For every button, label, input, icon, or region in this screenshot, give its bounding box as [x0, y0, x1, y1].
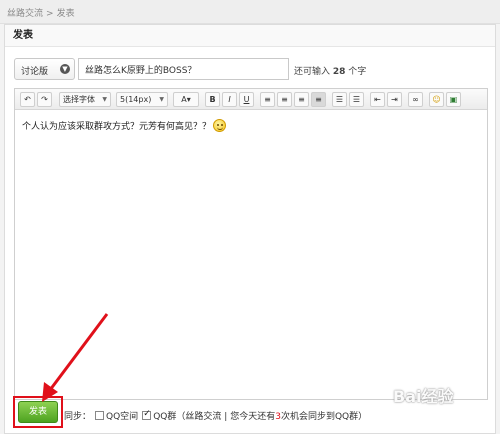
qq-group-label: QQ群 — [153, 412, 177, 422]
sync-note-group: 丝路交流 — [185, 412, 222, 422]
sync-note-pre: 您今天还有 — [230, 412, 276, 422]
font-size-select[interactable]: 5(14px) ▼ — [116, 92, 168, 107]
char-count: 还可输入 28 个字 — [294, 64, 366, 77]
link-icon[interactable]: ∞ — [408, 92, 423, 107]
align-right-icon[interactable]: ≡ — [294, 92, 309, 107]
ordered-list-icon[interactable]: ☰ — [332, 92, 347, 107]
post-body-text: 个人认为应该采取群攻方式？元芳有何高见？？ — [22, 122, 212, 132]
font-size-value: 5(14px) — [120, 95, 152, 104]
align-left-icon[interactable]: ≡ — [260, 92, 275, 107]
forum-select[interactable]: 讨论版 ▼ — [14, 58, 75, 80]
unordered-list-icon[interactable]: ☰ — [349, 92, 364, 107]
italic-button[interactable]: I — [222, 92, 237, 107]
chevron-down-icon: ▼ — [60, 64, 70, 74]
rich-text-editor: ↶ ↷ 选择字体 ▼ 5(14px) ▼ A▾ B I U ≡ ≡ ≡ ≡ ☰ ☰ … — [14, 88, 488, 400]
sync-note-post: 次机会同步到QQ群 — [280, 412, 359, 422]
publish-button[interactable]: 发表 — [18, 401, 58, 423]
breadcrumb-separator: > — [46, 9, 54, 19]
chevron-down-icon: ▼ — [102, 96, 107, 103]
font-family-select[interactable]: 选择字体 ▼ — [59, 92, 111, 107]
align-center-icon[interactable]: ≡ — [277, 92, 292, 107]
font-color-icon[interactable]: A▾ — [173, 92, 199, 107]
redo-icon[interactable]: ↷ — [37, 92, 52, 107]
bold-button[interactable]: B — [205, 92, 220, 107]
sync-note-close: ） — [358, 412, 368, 422]
align-justify-icon[interactable]: ≡ — [311, 92, 326, 107]
sync-options: 同步：QQ空间QQ群（丝路交流 | 您今天还有3次机会同步到QQ群） — [64, 409, 367, 422]
smiley-icon — [213, 119, 227, 132]
watermark-logo: Bai经验 — [393, 387, 454, 406]
char-count-prefix: 还可输入 — [294, 67, 331, 77]
post-panel: 发表 讨论版 ▼ 还可输入 28 个字 ↶ ↷ 选择字体 ▼ 5(14px) ▼ A… — [4, 24, 496, 434]
editor-content[interactable]: 个人认为应该采取群攻方式？元芳有何高见？？ — [15, 110, 487, 141]
char-count-suffix: 个字 — [348, 67, 367, 77]
image-icon[interactable]: ▣ — [446, 92, 461, 107]
underline-button[interactable]: U — [239, 92, 254, 107]
indent-icon[interactable]: ⇥ — [387, 92, 402, 107]
panel-title: 发表 — [5, 25, 495, 47]
undo-icon[interactable]: ↶ — [20, 92, 35, 107]
emoji-icon[interactable]: ☺ — [429, 92, 444, 107]
font-family-value: 选择字体 — [63, 95, 95, 104]
editor-toolbar: ↶ ↷ 选择字体 ▼ 5(14px) ▼ A▾ B I U ≡ ≡ ≡ ≡ ☰ ☰ … — [15, 89, 487, 110]
breadcrumb-current: 发表 — [56, 9, 75, 19]
sync-label: 同步： — [64, 412, 92, 422]
char-count-number: 28 — [332, 67, 346, 77]
breadcrumb: 丝路交流 > 发表 — [0, 0, 500, 24]
qq-group-checkbox[interactable] — [142, 409, 152, 420]
sync-note-separator: | — [224, 412, 228, 422]
forum-select-value: 讨论版 — [21, 67, 49, 77]
breadcrumb-root-link[interactable]: 丝路交流 — [7, 9, 43, 19]
qq-space-checkbox[interactable] — [95, 411, 105, 420]
chevron-down-icon: ▼ — [159, 96, 164, 103]
qq-space-label: QQ空间 — [106, 412, 139, 422]
outdent-icon[interactable]: ⇤ — [370, 92, 385, 107]
title-input[interactable] — [78, 58, 289, 80]
